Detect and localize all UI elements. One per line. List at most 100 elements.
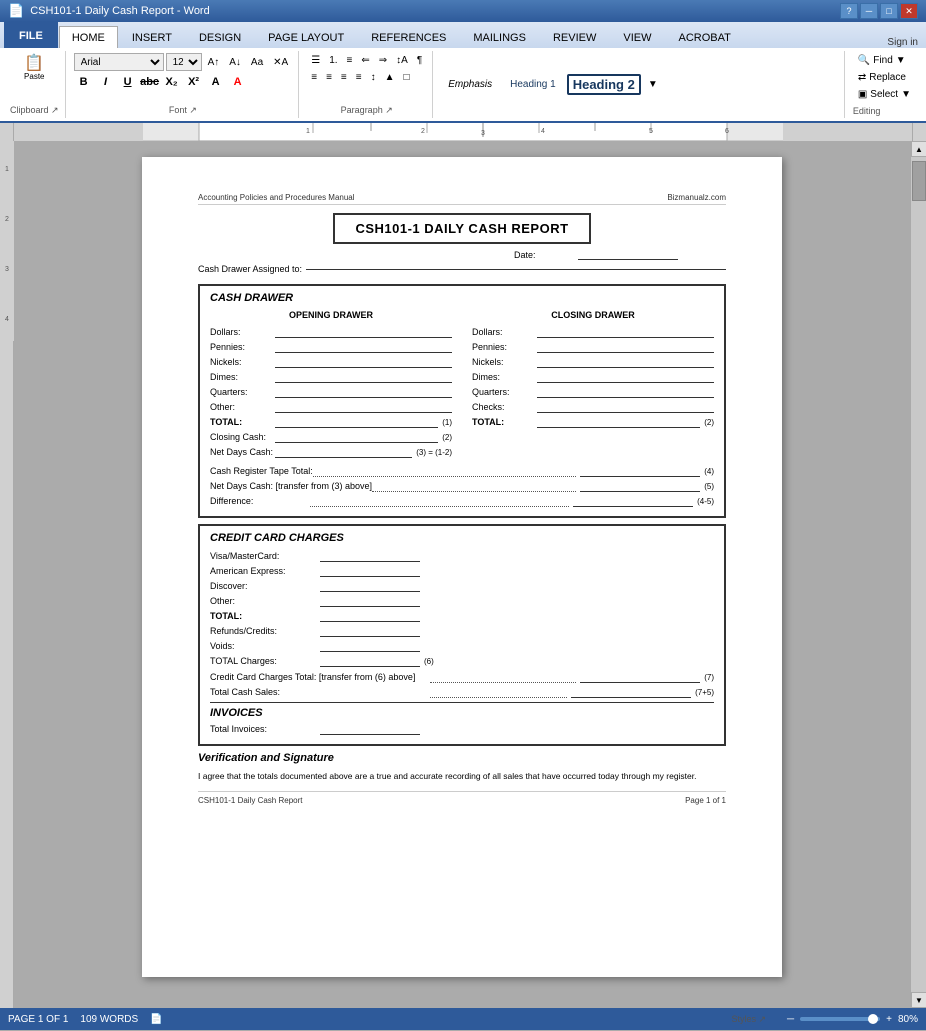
doc-header: Accounting Policies and Procedures Manua… (198, 193, 726, 205)
style-heading2[interactable]: Heading 2 (567, 74, 641, 95)
strikethrough-btn[interactable]: abc (140, 72, 160, 92)
font-color-btn[interactable]: A (228, 72, 248, 92)
cash-drawer-columns: OPENING DRAWER Dollars: Pennies: Nickels… (210, 310, 714, 461)
line-spacing-btn[interactable]: ↕ (367, 70, 380, 85)
tab-file[interactable]: FILE (4, 22, 58, 48)
field-net-days: Net Days Cash: (3) = (1-2) (210, 446, 452, 458)
tab-home[interactable]: HOME (59, 26, 118, 48)
zoom-level[interactable]: 80% (898, 1014, 918, 1025)
clear-format-btn[interactable]: ✕A (269, 55, 292, 70)
tab-insert[interactable]: INSERT (119, 26, 185, 48)
bold-btn[interactable]: B (74, 72, 94, 92)
svg-text:4: 4 (541, 128, 545, 135)
word-icon: 📄 (8, 3, 24, 19)
tab-review[interactable]: REVIEW (540, 26, 609, 48)
help-btn[interactable]: ? (840, 3, 858, 19)
title-bar-text: CSH101-1 Daily Cash Report - Word (30, 5, 210, 17)
align-right-btn[interactable]: ≡ (337, 70, 351, 85)
ribbon-tabs: FILE HOME INSERT DESIGN PAGE LAYOUT REFE… (0, 22, 926, 48)
increase-indent-btn[interactable]: ⇒ (375, 53, 391, 68)
grow-font-btn[interactable]: A↑ (204, 55, 224, 70)
numbering-btn[interactable]: 1. (325, 53, 341, 68)
field-dollars-close: Dollars: (472, 326, 714, 338)
clipboard-label: Clipboard ↗ (10, 103, 59, 116)
invoices-title: INVOICES (210, 707, 714, 719)
tab-mailings[interactable]: MAILINGS (460, 26, 539, 48)
credit-card-section: CREDIT CARD CHARGES Visa/MasterCard: Ame… (198, 524, 726, 746)
field-closing-cash: Closing Cash: (2) (210, 431, 452, 443)
editing-label: Editing (853, 104, 916, 116)
style-heading1[interactable]: Heading 1 (503, 76, 563, 93)
zoom-out-btn[interactable]: ─ (787, 1014, 794, 1025)
maximize-btn[interactable]: □ (880, 3, 898, 19)
opening-drawer-col: OPENING DRAWER Dollars: Pennies: Nickels… (210, 310, 452, 461)
document-area: 1 2 3 4 Accounting Policies and Procedur… (0, 141, 926, 1008)
date-field[interactable] (578, 250, 678, 260)
find-btn[interactable]: 🔍 Find ▼ (853, 53, 916, 68)
minimize-btn[interactable]: ─ (860, 3, 878, 19)
svg-text:1: 1 (306, 128, 310, 135)
font-name-select[interactable]: Arial (74, 53, 164, 71)
styles-label: Styles ↗ (731, 1012, 766, 1025)
border-btn[interactable]: □ (400, 70, 414, 85)
field-nickels-open: Nickels: (210, 356, 452, 368)
sign-in[interactable]: Sign in (887, 37, 926, 48)
close-btn[interactable]: ✕ (900, 3, 918, 19)
svg-text:2: 2 (421, 128, 425, 135)
tab-references[interactable]: REFERENCES (358, 26, 459, 48)
scroll-track[interactable] (911, 157, 926, 992)
styles-more-btn[interactable]: ▼ (645, 55, 661, 115)
change-case-btn[interactable]: Aa (247, 55, 267, 70)
field-dollars-open: Dollars: (210, 326, 452, 338)
field-visa: Visa/MasterCard: (210, 550, 714, 562)
scroll-down-btn[interactable]: ▼ (911, 992, 926, 1008)
verification-section: Verification and Signature I agree that … (198, 752, 726, 783)
select-btn[interactable]: ▣ Select ▼ (853, 87, 916, 102)
replace-btn[interactable]: ⇄ Replace (853, 70, 916, 85)
scroll-up-btn[interactable]: ▲ (911, 141, 926, 157)
paste-btn[interactable]: 📋 Paste (20, 53, 48, 84)
footer-left: CSH101-1 Daily Cash Report (198, 796, 303, 805)
zoom-slider[interactable] (800, 1017, 880, 1021)
shading-btn[interactable]: ▲ (381, 70, 399, 85)
total-cash-row: Total Cash Sales: (7+5) (210, 686, 714, 698)
align-left-btn[interactable]: ≡ (307, 70, 321, 85)
subscript-btn[interactable]: X₂ (162, 72, 182, 92)
shrink-font-btn[interactable]: A↓ (225, 55, 245, 70)
vertical-scrollbar[interactable]: ▲ ▼ (910, 141, 926, 1008)
tape-row: Cash Register Tape Total: (4) (210, 465, 714, 477)
tab-view[interactable]: VIEW (610, 26, 664, 48)
ruler: 1 2 3 4 5 6 (143, 123, 783, 141)
tab-design[interactable]: DESIGN (186, 26, 254, 48)
decrease-indent-btn[interactable]: ⇐ (357, 53, 373, 68)
font-size-select[interactable]: 12 (166, 53, 202, 71)
style-emphasis[interactable]: Emphasis (441, 76, 499, 93)
verification-title: Verification and Signature (198, 752, 726, 764)
closing-drawer-col: CLOSING DRAWER Dollars: Pennies: Nickels… (472, 310, 714, 461)
tab-acrobat[interactable]: ACROBAT (665, 26, 743, 48)
layout-icon[interactable]: 📄 (150, 1014, 162, 1025)
zoom-in-btn[interactable]: + (886, 1014, 892, 1025)
svg-text:6: 6 (725, 128, 729, 135)
bullets-btn[interactable]: ☰ (307, 53, 324, 68)
highlight-btn[interactable]: A (206, 72, 226, 92)
tab-page-layout[interactable]: PAGE LAYOUT (255, 26, 357, 48)
zoom-thumb[interactable] (868, 1014, 878, 1024)
italic-btn[interactable]: I (96, 72, 116, 92)
pilcrow-btn[interactable]: ¶ (413, 53, 426, 68)
field-pennies-open: Pennies: (210, 341, 452, 353)
assigned-field[interactable] (306, 269, 726, 270)
sort-btn[interactable]: ↕A (392, 53, 412, 68)
justify-btn[interactable]: ≡ (352, 70, 366, 85)
multilevel-btn[interactable]: ≡ (343, 53, 357, 68)
ruler-side-right (912, 123, 926, 141)
align-center-btn[interactable]: ≡ (322, 70, 336, 85)
date-line: Date: (198, 250, 726, 260)
underline-btn[interactable]: U (118, 72, 138, 92)
scroll-thumb[interactable] (912, 161, 926, 201)
document-title: CSH101-1 DAILY CASH REPORT (333, 213, 590, 244)
field-dimes-close: Dimes: (472, 371, 714, 383)
superscript-btn[interactable]: X² (184, 72, 204, 92)
svg-text:5: 5 (649, 128, 653, 135)
window-controls[interactable]: ? ─ □ ✕ (840, 3, 918, 19)
